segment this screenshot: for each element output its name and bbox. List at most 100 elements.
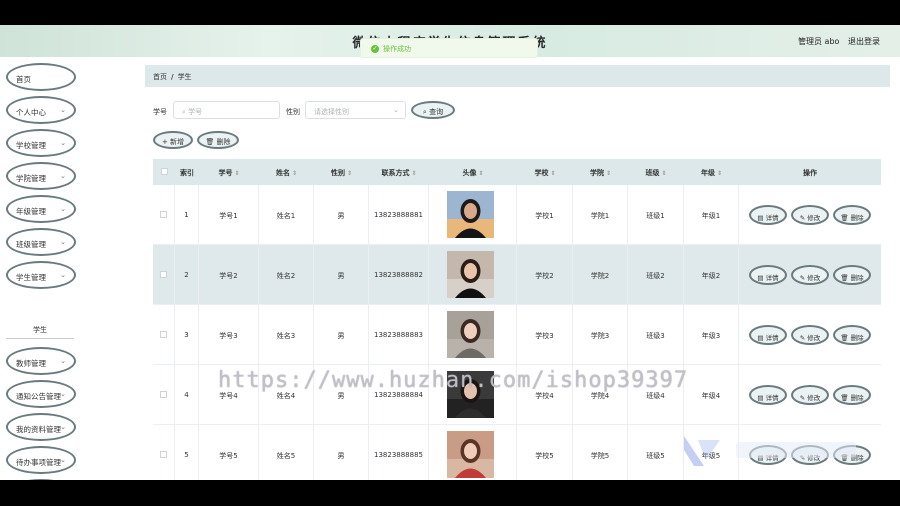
row-delete-button[interactable]: 🗑 删除 — [833, 325, 871, 345]
edit-label: 修改 — [807, 274, 821, 282]
chevron-down-icon: ⌄ — [60, 238, 66, 246]
row-delete-button[interactable]: 🗑 删除 — [833, 205, 871, 225]
cell-name: 姓名5 — [259, 425, 314, 480]
row-checkbox[interactable] — [160, 271, 167, 278]
sidebar-item-label: 教师管理 — [16, 359, 46, 368]
avatar[interactable] — [447, 251, 494, 298]
cell-college: 学院3 — [573, 305, 628, 365]
detail-label: 详情 — [765, 274, 779, 282]
table-row[interactable]: 2 学号2 姓名2 男 13823888882 学校2 学院2 班级2 年级2 ▤ 详情 ✎ 修改 🗑… — [153, 245, 881, 305]
table-header: 索引 学号 ⇕ 姓名 ⇕ 性别 ⇕ 联系方式 ⇕ 头像 ⇕ 学校 ⇕ 学院 ⇕ 班级 ⇕ 年级 ⇕ 操作 — [153, 159, 881, 185]
column-header[interactable]: 性别 ⇕ — [314, 168, 369, 178]
sidebar-item-7[interactable]: 学生管理 ⌄ — [6, 261, 76, 289]
column-header[interactable]: 班级 ⇕ — [628, 168, 684, 178]
sidebar-item-9[interactable]: 通知公告管理 ⌄ — [6, 380, 76, 408]
column-header-label: 班级 — [645, 169, 660, 177]
table-row[interactable]: 1 学号1 姓名1 男 13823888881 学校1 学院1 班级1 年级1 ▤ 详情 ✎ 修改 🗑… — [153, 185, 881, 245]
cell-college: 学院2 — [573, 245, 628, 305]
gender-label: 性别 — [286, 108, 300, 116]
column-header[interactable]: 联系方式 ⇕ — [369, 168, 429, 178]
sidebar-item-2[interactable]: 个人中心 ⌄ — [6, 96, 76, 124]
column-header-label: 性别 — [330, 169, 345, 177]
column-header[interactable]: 学号 ⇕ — [199, 168, 259, 178]
student-no-input[interactable]: ⌕ 学号 — [173, 101, 280, 119]
gender-select[interactable]: 请选择性别 ⌄ — [305, 101, 406, 119]
sort-icon[interactable]: ⇕ — [550, 170, 555, 177]
sidebar-item-12[interactable]: 教务处通知管理⌄ — [6, 479, 76, 480]
trash-icon: 🗑 — [205, 138, 217, 146]
sort-icon[interactable]: ⇕ — [606, 170, 611, 177]
sort-icon[interactable]: ⇕ — [717, 170, 722, 177]
breadcrumb-current: 学生 — [177, 73, 192, 81]
avatar[interactable] — [447, 191, 494, 238]
check-icon: ✓ — [371, 45, 379, 53]
sidebar-item-11[interactable]: 待办事项管理 ⌄ — [6, 446, 76, 474]
checkbox-cell — [153, 305, 175, 365]
cell-name: 姓名2 — [259, 245, 314, 305]
sort-icon[interactable]: ⇕ — [411, 170, 416, 177]
column-header: 索引 — [175, 168, 199, 178]
sidebar-item-6[interactable]: 班级管理 ⌄ — [6, 228, 76, 256]
sidebar-item-1[interactable]: 首页 — [6, 63, 76, 91]
column-header[interactable]: 姓名 ⇕ — [259, 168, 314, 178]
sort-icon[interactable]: ⇕ — [347, 170, 352, 177]
row-checkbox[interactable] — [160, 391, 167, 398]
row-delete-button[interactable]: 🗑 删除 — [833, 265, 871, 285]
main-content: 首页 / 学生 学号 ⌕ 学号 性别 请选择性别 ⌄ ⌕ 查询 + 新增 🗑 删除 — [145, 57, 900, 480]
chevron-down-icon: ⌄ — [60, 139, 66, 147]
column-header[interactable]: 头像 ⇕ — [429, 168, 517, 178]
cell-grade: 年级3 — [684, 305, 739, 365]
row-checkbox[interactable] — [160, 211, 167, 218]
sidebar-item-3[interactable]: 学校管理 ⌄ — [6, 129, 76, 157]
query-button[interactable]: ⌕ 查询 — [411, 101, 455, 119]
column-header[interactable]: 学院 ⇕ — [573, 168, 628, 178]
avatar[interactable] — [447, 311, 494, 358]
sidebar-subitem-student[interactable]: 学生 — [6, 321, 74, 339]
table-row[interactable]: 3 学号3 姓名3 男 13823888883 学校3 学院3 班级3 年级3 ▤ 详情 ✎ 修改 🗑… — [153, 305, 881, 365]
cell-grade: 年级4 — [684, 365, 739, 425]
row-delete-button[interactable]: 🗑 删除 — [833, 385, 871, 405]
sidebar-item-4[interactable]: 学院管理 ⌄ — [6, 162, 76, 190]
detail-button[interactable]: ▤ 详情 — [749, 385, 787, 405]
select-all-checkbox[interactable] — [161, 168, 168, 175]
cell-class: 班级3 — [628, 305, 684, 365]
detail-button[interactable]: ▤ 详情 — [749, 325, 787, 345]
sort-icon[interactable]: ⇕ — [478, 170, 483, 177]
sort-icon[interactable]: ⇕ — [661, 170, 666, 177]
sort-icon[interactable]: ⇕ — [292, 170, 297, 177]
detail-button[interactable]: ▤ 详情 — [749, 265, 787, 285]
detail-label: 详情 — [765, 214, 779, 222]
logout-link[interactable]: 退出登录 — [848, 36, 880, 47]
delete-button[interactable]: 🗑 删除 — [197, 131, 239, 149]
checkbox-cell — [153, 365, 175, 425]
column-header: 操作 — [739, 168, 881, 178]
column-header[interactable]: 年级 ⇕ — [684, 168, 739, 178]
sort-icon[interactable]: ⇕ — [234, 170, 239, 177]
row-checkbox[interactable] — [160, 331, 167, 338]
edit-button[interactable]: ✎ 修改 — [791, 205, 829, 225]
user-label[interactable]: 管理员 abo — [798, 36, 839, 47]
edit-button[interactable]: ✎ 修改 — [791, 385, 829, 405]
column-header-label: 联系方式 — [381, 169, 410, 177]
query-label: 查询 — [429, 108, 444, 116]
sidebar-item-10[interactable]: 我的资料管理 ⌄ — [6, 413, 76, 441]
sidebar-item-8[interactable]: 教师管理 ⌄ — [6, 347, 76, 375]
detail-label: 详情 — [765, 334, 779, 342]
cell-no: 学号5 — [199, 425, 259, 480]
row-checkbox[interactable] — [160, 451, 167, 458]
cell-school: 学校2 — [517, 245, 573, 305]
delete-label: 删除 — [850, 394, 864, 402]
chevron-down-icon: ⌄ — [60, 205, 66, 213]
detail-button[interactable]: ▤ 详情 — [749, 205, 787, 225]
trash-icon: 🗑 — [840, 214, 851, 222]
edit-button[interactable]: ✎ 修改 — [791, 325, 829, 345]
column-header[interactable]: 学校 ⇕ — [517, 168, 573, 178]
add-button[interactable]: + 新增 — [153, 131, 193, 149]
sidebar-item-5[interactable]: 年级管理 ⌄ — [6, 195, 76, 223]
breadcrumb-home[interactable]: 首页 — [153, 73, 167, 81]
edit-button[interactable]: ✎ 修改 — [791, 265, 829, 285]
column-header-label: 学号 — [218, 169, 233, 177]
watermark-text: https://www.huzhan.com/ishop39397 — [218, 368, 689, 393]
avatar[interactable] — [447, 431, 494, 478]
detail-icon: ▤ — [757, 394, 766, 402]
